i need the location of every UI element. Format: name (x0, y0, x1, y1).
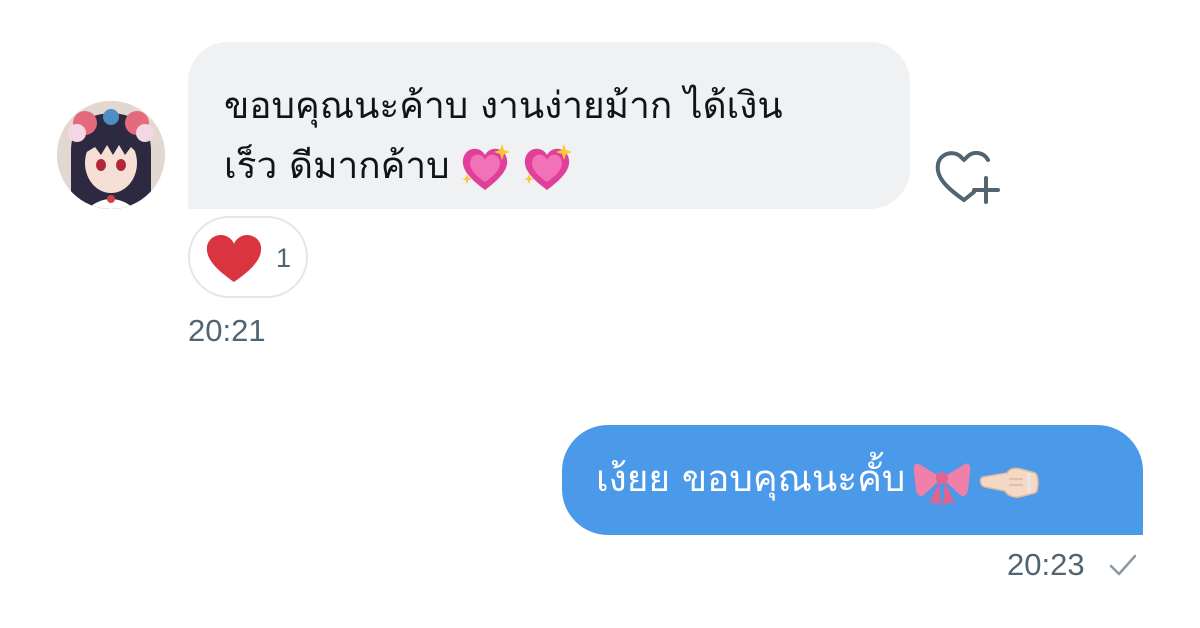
ribbon-bow-icon (913, 456, 971, 506)
chat-conversation: ขอบคุณนะค้าบ งานง่ายม้าก ได้เงิน เร็ว ดี… (0, 0, 1200, 628)
avatar[interactable] (57, 101, 165, 209)
incoming-message-text-line2-content: เร็ว ดีมากค้าบ (224, 144, 450, 187)
incoming-timestamp: 20:21 (188, 313, 266, 348)
sent-check-icon (1108, 552, 1138, 582)
incoming-message-text-line2: เร็ว ดีมากค้าบ (224, 136, 880, 196)
outgoing-timestamp: 20:23 (1007, 547, 1085, 582)
hand-pointing-left-icon (979, 461, 1041, 501)
outgoing-message-text: เง้ยย ขอบคุณนะคั้บ (596, 457, 906, 500)
add-reaction-icon[interactable] (930, 144, 1002, 208)
red-heart-icon (204, 232, 264, 288)
sparkling-heart-icon (458, 142, 512, 194)
incoming-message-bubble[interactable]: ขอบคุณนะค้าบ งานง่ายม้าก ได้เงิน เร็ว ดี… (188, 42, 910, 209)
outgoing-message-bubble[interactable]: เง้ยย ขอบคุณนะคั้บ (562, 425, 1143, 535)
sparkling-heart-icon (520, 142, 574, 194)
reaction-count: 1 (276, 243, 292, 273)
incoming-message-text-line1: ขอบคุณนะค้าบ งานง่ายม้าก ได้เงิน (224, 84, 783, 127)
